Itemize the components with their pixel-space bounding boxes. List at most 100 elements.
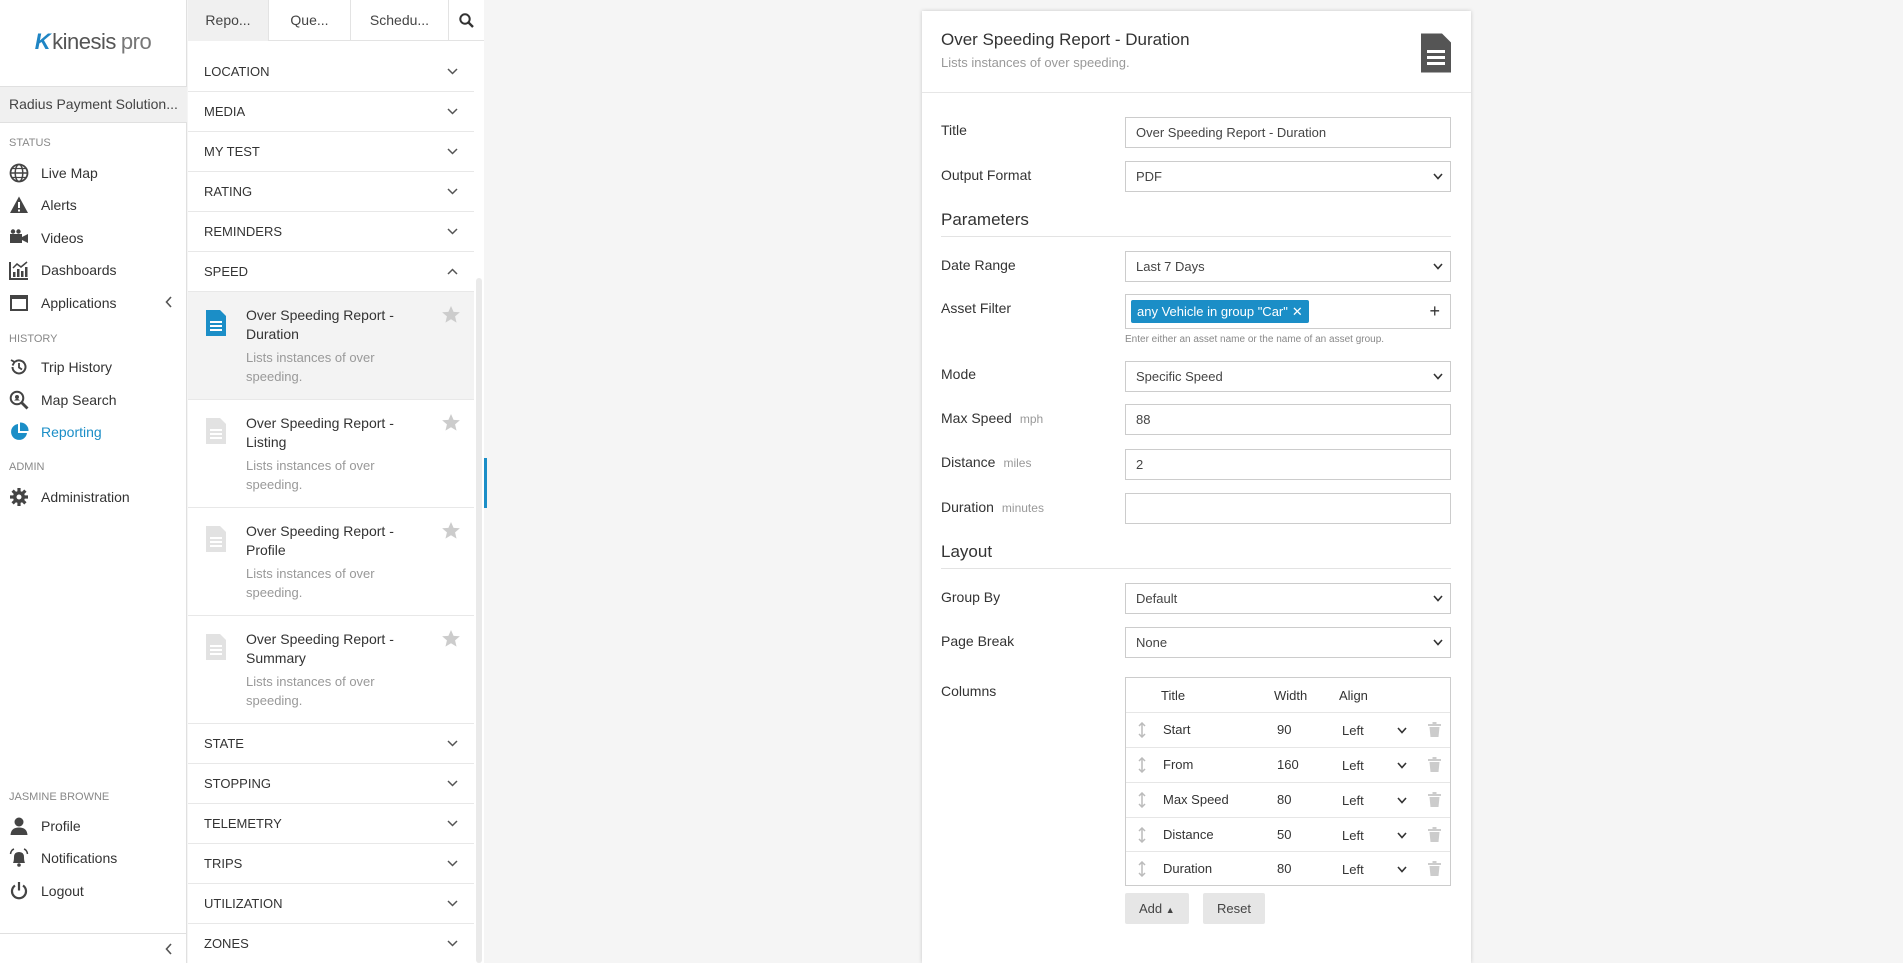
drag-handle-icon[interactable] <box>1137 827 1147 843</box>
report-item-profile[interactable]: Over Speeding Report - Profile Lists ins… <box>188 508 474 616</box>
group-trips[interactable]: TRIPS <box>188 844 474 884</box>
asset-filter-chip[interactable]: any Vehicle in group "Car" ✕ <box>1131 300 1309 323</box>
nav-item-alerts[interactable]: Alerts <box>0 190 187 220</box>
column-align-select[interactable]: Left <box>1342 723 1407 738</box>
column-title-input[interactable]: Max Speed <box>1163 792 1229 807</box>
column-width-input[interactable]: 80 <box>1277 792 1291 807</box>
duration-input[interactable] <box>1125 493 1451 524</box>
nav-item-logout[interactable]: Logout <box>0 876 187 906</box>
nav-item-videos[interactable]: Videos <box>0 223 187 253</box>
distance-input[interactable]: 2 <box>1125 449 1451 480</box>
column-title-input[interactable]: Start <box>1163 722 1190 737</box>
column-align-select[interactable]: Left <box>1342 793 1407 808</box>
tab-schedules[interactable]: Schedu... <box>351 0 449 41</box>
column-width-input[interactable]: 50 <box>1277 827 1291 842</box>
trash-icon[interactable] <box>1428 792 1441 807</box>
group-rating[interactable]: RATING <box>188 172 474 212</box>
group-utilization[interactable]: UTILIZATION <box>188 884 474 924</box>
selected-value: Last 7 Days <box>1136 259 1205 274</box>
trash-icon[interactable] <box>1428 861 1441 876</box>
report-item-listing[interactable]: Over Speeding Report - Listing Lists ins… <box>188 400 474 508</box>
nav-item-dashboards[interactable]: Dashboards <box>0 255 187 285</box>
chevron-down-icon <box>447 940 458 947</box>
star-icon[interactable] <box>442 630 460 647</box>
columns-label: Columns <box>941 683 997 699</box>
max-speed-input[interactable]: 88 <box>1125 404 1451 435</box>
section-admin-label: ADMIN <box>9 461 45 473</box>
group-label: STATE <box>204 736 244 751</box>
group-stopping[interactable]: STOPPING <box>188 764 474 804</box>
group-label: MY TEST <box>204 144 260 159</box>
group-telemetry[interactable]: TELEMETRY <box>188 804 474 844</box>
asset-filter-input[interactable]: any Vehicle in group "Car" ✕ + <box>1125 294 1451 329</box>
group-label: MEDIA <box>204 104 246 119</box>
page-break-select[interactable]: None <box>1125 627 1451 658</box>
star-icon[interactable] <box>442 306 460 323</box>
nav-item-administration[interactable]: Administration <box>0 482 187 512</box>
group-state[interactable]: STATE <box>188 724 474 764</box>
report-item-summary[interactable]: Over Speeding Report - Summary Lists ins… <box>188 616 474 724</box>
drag-handle-icon[interactable] <box>1137 722 1147 738</box>
close-icon[interactable]: ✕ <box>1292 304 1303 319</box>
title-input[interactable]: Over Speeding Report - Duration <box>1125 117 1451 148</box>
group-speed[interactable]: SPEED <box>188 252 474 292</box>
drag-handle-icon[interactable] <box>1137 861 1147 877</box>
logo-text: kinesis <box>52 29 116 54</box>
nav-item-map-search[interactable]: Map Search <box>0 385 187 415</box>
star-icon[interactable] <box>442 414 460 431</box>
column-align-select[interactable]: Left <box>1342 862 1407 877</box>
column-align-select[interactable]: Left <box>1342 828 1407 843</box>
tab-reports[interactable]: Repo... <box>188 0 269 41</box>
account-selector[interactable]: Radius Payment Solution... <box>0 86 187 123</box>
panel-tabs: Repo... Que... Schedu... <box>188 0 484 41</box>
document-icon <box>206 418 226 444</box>
group-location[interactable]: LOCATION <box>188 52 474 92</box>
group-by-select[interactable]: Default <box>1125 583 1451 614</box>
group-my-test[interactable]: MY TEST <box>188 132 474 172</box>
tab-queue[interactable]: Que... <box>269 0 351 41</box>
nav-item-reporting[interactable]: Reporting <box>0 417 187 447</box>
report-title: Over Speeding Report - Summary <box>246 631 394 666</box>
mode-select[interactable]: Specific Speed <box>1125 361 1451 392</box>
group-label: LOCATION <box>204 64 270 79</box>
group-zones[interactable]: ZONES <box>188 924 474 963</box>
star-icon[interactable] <box>442 522 460 539</box>
nav-item-applications[interactable]: Applications <box>0 288 187 318</box>
column-header-align: Align <box>1339 688 1368 703</box>
label-text: Distance <box>941 454 996 470</box>
add-icon[interactable]: + <box>1429 301 1440 322</box>
add-column-button[interactable]: Add ▲ <box>1125 893 1189 924</box>
nav-item-trip-history[interactable]: Trip History <box>0 352 187 382</box>
group-media[interactable]: MEDIA <box>188 92 474 132</box>
column-title-input[interactable]: From <box>1163 757 1193 772</box>
report-description: Lists instances of over speeding. <box>246 566 375 600</box>
kinesis-logo[interactable]: K kinesis pro <box>0 0 186 84</box>
date-range-select[interactable]: Last 7 Days <box>1125 251 1451 282</box>
column-width-input[interactable]: 80 <box>1277 861 1291 876</box>
search-button[interactable] <box>449 0 484 41</box>
column-align-select[interactable]: Left <box>1342 758 1407 773</box>
column-width-input[interactable]: 90 <box>1277 722 1291 737</box>
report-groups: LOCATION MEDIA MY TEST RATING REMINDERS … <box>188 52 474 963</box>
drag-handle-icon[interactable] <box>1137 757 1147 773</box>
group-reminders[interactable]: REMINDERS <box>188 212 474 252</box>
report-item-duration[interactable]: Over Speeding Report - Duration Lists in… <box>188 292 474 400</box>
reset-columns-button[interactable]: Reset <box>1203 893 1265 924</box>
trash-icon[interactable] <box>1428 827 1441 842</box>
trash-icon[interactable] <box>1428 757 1441 772</box>
column-title-input[interactable]: Distance <box>1163 827 1214 842</box>
nav-item-live-map[interactable]: Live Map <box>0 158 187 188</box>
trash-icon[interactable] <box>1428 722 1441 737</box>
list-scrollbar[interactable] <box>476 278 482 963</box>
layout-heading: Layout <box>941 542 1451 569</box>
panel-resize-handle[interactable] <box>484 458 487 508</box>
column-width-input[interactable]: 160 <box>1277 757 1299 772</box>
nav-item-notifications[interactable]: Notifications <box>0 843 187 873</box>
collapse-nav-button[interactable] <box>0 933 187 963</box>
output-format-select[interactable]: PDF <box>1125 161 1451 192</box>
chart-icon <box>9 261 28 280</box>
nav-item-profile[interactable]: Profile <box>0 811 187 841</box>
history-icon <box>10 359 27 375</box>
drag-handle-icon[interactable] <box>1137 792 1147 808</box>
column-title-input[interactable]: Duration <box>1163 861 1212 876</box>
